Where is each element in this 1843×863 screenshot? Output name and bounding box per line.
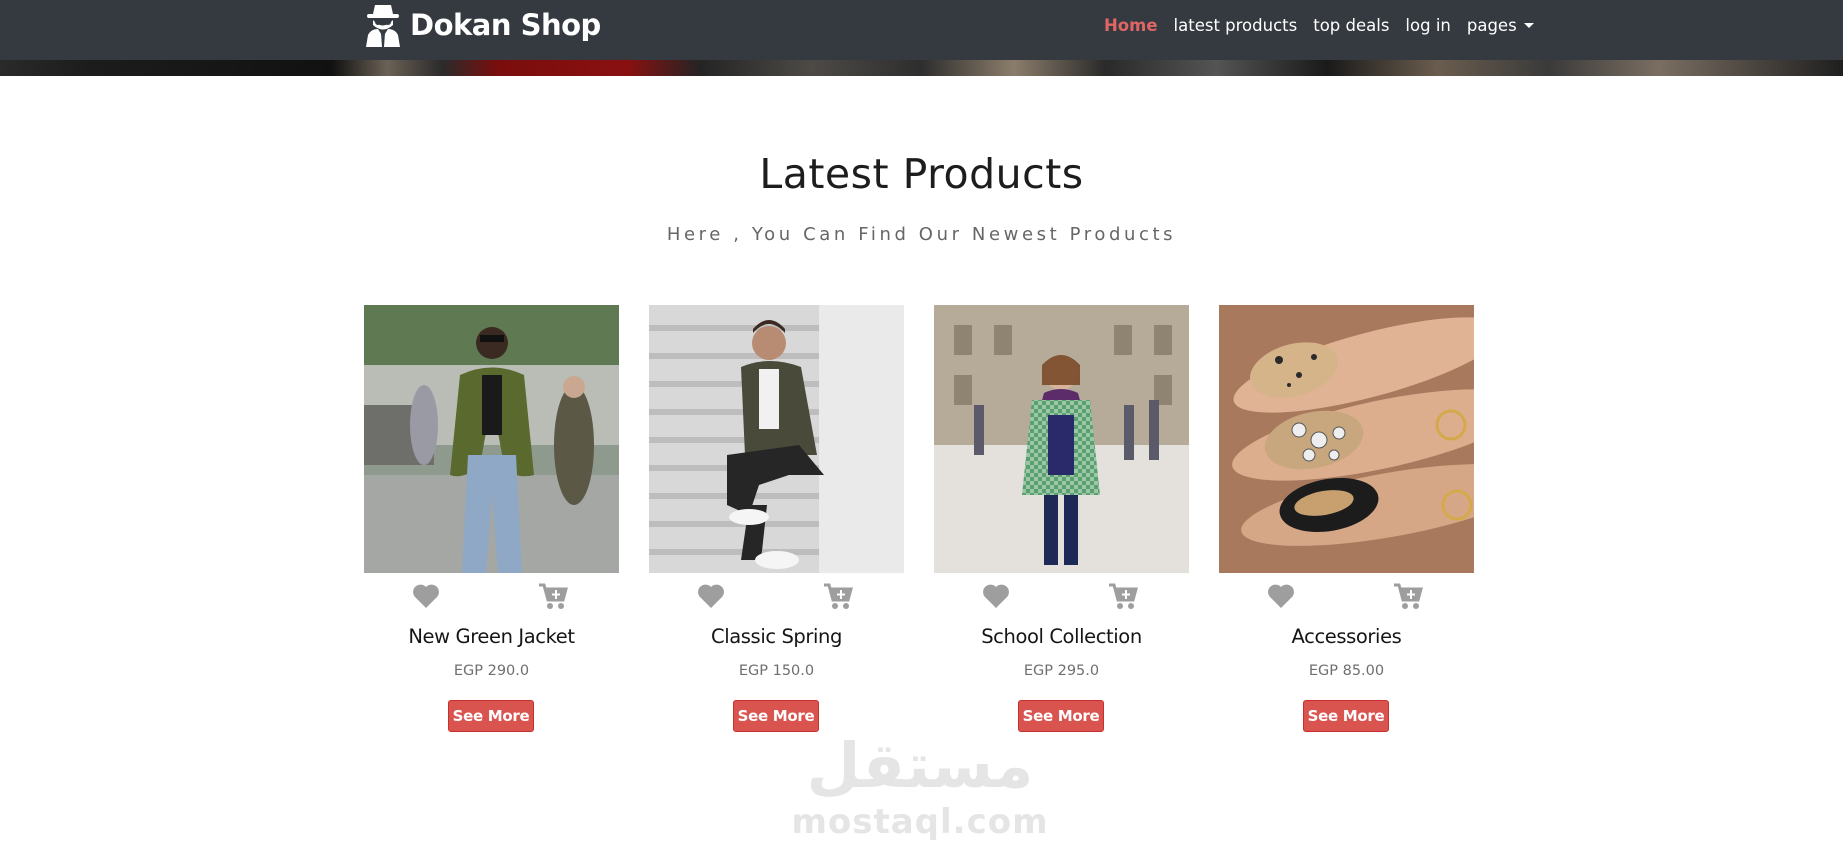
product-price: EGP 85.00: [1308, 663, 1385, 679]
watermark-arabic-text: مستقل: [806, 729, 1034, 802]
navbar: Dokan Shop Home latest products top deal…: [0, 0, 1843, 60]
product-photo-accessories: [1219, 305, 1474, 573]
see-more-button[interactable]: See More: [1303, 700, 1389, 732]
nav-item-pages-label: pages: [1466, 15, 1517, 35]
nav-item-latest-products[interactable]: latest products: [1174, 16, 1298, 35]
product-photo-green-jacket: [364, 305, 619, 573]
product-actions: [934, 579, 1189, 615]
heart-icon[interactable]: [697, 583, 725, 609]
product-price: EGP 290.0: [453, 663, 530, 679]
caret-down-icon: [1523, 22, 1534, 28]
nav-item-pages-dropdown[interactable]: pages: [1467, 16, 1534, 35]
product-card: School Collection EGP 295.0 See More: [934, 305, 1189, 735]
product-photo-classic-spring: [649, 305, 904, 573]
product-image[interactable]: [1219, 305, 1474, 573]
product-title: Accessories: [1291, 625, 1402, 648]
nav-item-top-deals[interactable]: top deals: [1313, 16, 1389, 35]
see-more-button[interactable]: See More: [448, 700, 534, 732]
cart-plus-icon[interactable]: [823, 582, 853, 610]
spy-logo-icon: [366, 5, 400, 47]
watermark: مستقل mostaql.com: [760, 730, 1080, 858]
product-title: Classic Spring: [711, 625, 842, 648]
nav-item-home[interactable]: Home: [1104, 16, 1158, 35]
product-photo-school-collection: [934, 305, 1189, 573]
product-title: New Green Jacket: [408, 625, 575, 648]
product-card: Classic Spring EGP 150.0 See More: [649, 305, 904, 735]
product-card: Accessories EGP 85.00 See More: [1219, 305, 1474, 735]
heart-icon[interactable]: [982, 583, 1010, 609]
product-card: New Green Jacket EGP 290.0 See More: [364, 305, 619, 735]
see-more-button[interactable]: See More: [733, 700, 819, 732]
section-title: Latest Products: [759, 150, 1084, 198]
cart-plus-icon[interactable]: [1108, 582, 1138, 610]
nav-menu: Home latest products top deals log in pa…: [1104, 0, 1550, 50]
product-actions: [1219, 579, 1474, 615]
watermark-latin-text: mostaql.com: [791, 802, 1049, 842]
section-subtitle: Here , You Can Find Our Newest Products: [666, 224, 1177, 245]
hero-image-strip: [0, 60, 1843, 76]
cart-plus-icon[interactable]: [1393, 582, 1423, 610]
product-image[interactable]: [934, 305, 1189, 573]
product-actions: [649, 579, 904, 615]
heart-icon[interactable]: [1267, 583, 1295, 609]
product-title: School Collection: [981, 625, 1142, 648]
product-image[interactable]: [364, 305, 619, 573]
product-price: EGP 295.0: [1023, 663, 1100, 679]
heart-icon[interactable]: [412, 583, 440, 609]
cart-plus-icon[interactable]: [538, 582, 568, 610]
product-image[interactable]: [649, 305, 904, 573]
product-price: EGP 150.0: [738, 663, 815, 679]
brand-name: Dokan Shop: [410, 8, 601, 42]
brand-link[interactable]: Dokan Shop: [362, 0, 601, 50]
product-actions: [364, 579, 619, 615]
nav-item-log-in[interactable]: log in: [1405, 16, 1450, 35]
see-more-button[interactable]: See More: [1018, 700, 1104, 732]
